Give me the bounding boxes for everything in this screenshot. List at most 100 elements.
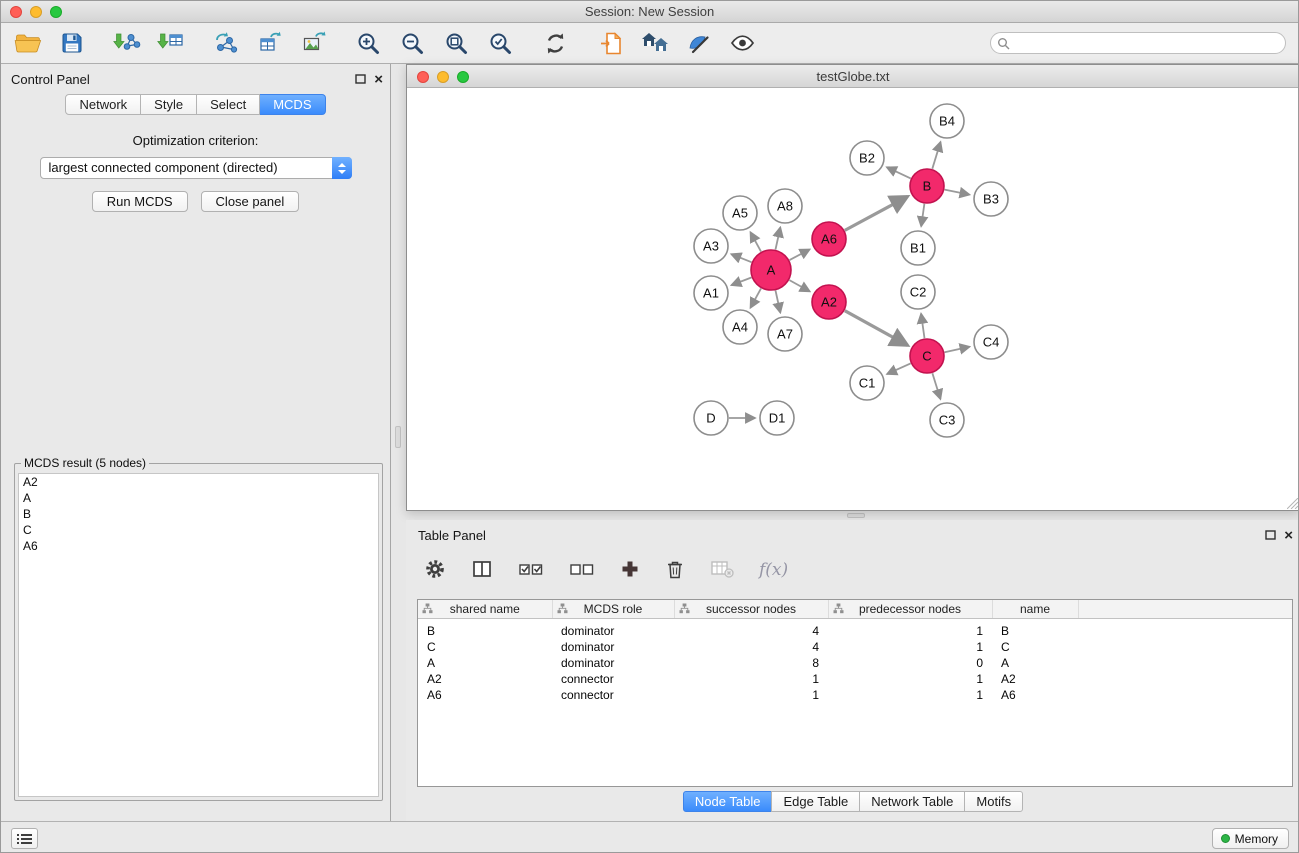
column-header[interactable]: name: [992, 600, 1078, 618]
close-panel-icon[interactable]: ×: [374, 74, 383, 85]
network-canvas-area[interactable]: B4B2BB3A5A8A6B1A3AC2A1A2A4A7C4CC1C3DD1: [407, 88, 1299, 510]
float-panel-icon[interactable]: [1265, 528, 1276, 543]
table-cell[interactable]: B: [418, 618, 552, 639]
graph-node-B3[interactable]: B3: [974, 182, 1008, 216]
open-session-button[interactable]: [11, 27, 44, 60]
graph-edge-A6-B[interactable]: [845, 197, 908, 231]
open-report-button[interactable]: [594, 27, 627, 60]
graph-edge-A-A8[interactable]: [776, 228, 781, 250]
graph-node-D1[interactable]: D1: [760, 401, 794, 435]
graph-edge-A-A3[interactable]: [731, 254, 751, 262]
graph-node-B2[interactable]: B2: [850, 141, 884, 175]
save-session-button[interactable]: [55, 27, 88, 60]
table-cell[interactable]: 1: [674, 671, 828, 687]
graph-edge-B-B1[interactable]: [921, 204, 924, 226]
tab-select[interactable]: Select: [197, 94, 260, 115]
graph-edge-C-C1[interactable]: [887, 363, 911, 374]
result-item[interactable]: B: [19, 506, 378, 522]
result-item[interactable]: C: [19, 522, 378, 538]
close-network-window-button[interactable]: [417, 71, 429, 83]
table-cell[interactable]: 1: [828, 639, 992, 655]
graph-node-C3[interactable]: C3: [930, 403, 964, 437]
result-item[interactable]: A: [19, 490, 378, 506]
export-image-button[interactable]: [297, 27, 330, 60]
graph-node-A2[interactable]: A2: [812, 285, 846, 319]
table-cell[interactable]: C: [992, 639, 1078, 655]
table-cell[interactable]: 1: [828, 687, 992, 703]
table-cell[interactable]: B: [992, 618, 1078, 639]
task-history-button[interactable]: [11, 828, 38, 849]
splitter-grip[interactable]: [395, 426, 401, 448]
main-titlebar[interactable]: Session: New Session: [1, 1, 1298, 23]
table-cell[interactable]: dominator: [552, 655, 674, 671]
import-network-button[interactable]: [110, 27, 143, 60]
table-row[interactable]: Adominator80A: [418, 655, 1292, 671]
close-panel-button[interactable]: Close panel: [201, 191, 300, 212]
minimize-network-window-button[interactable]: [437, 71, 449, 83]
tab-network-table[interactable]: Network Table: [859, 791, 965, 812]
graph-edge-A-A4[interactable]: [751, 288, 762, 307]
table-row[interactable]: A2connector11A2: [418, 671, 1292, 687]
graph-node-B1[interactable]: B1: [901, 231, 935, 265]
tab-edge-table[interactable]: Edge Table: [771, 791, 860, 812]
tab-network[interactable]: Network: [65, 94, 141, 115]
network-view-window[interactable]: testGlobe.txt B4B2BB3A5A8A6B1A3AC2A1A2A4…: [406, 64, 1299, 511]
minimize-window-button[interactable]: [30, 6, 42, 18]
first-neighbors-button[interactable]: [638, 27, 671, 60]
vertical-splitter[interactable]: [391, 64, 406, 821]
graph-node-A8[interactable]: A8: [768, 189, 802, 223]
table-cell[interactable]: C: [418, 639, 552, 655]
graph-node-A7[interactable]: A7: [768, 317, 802, 351]
graph-edge-C-C4[interactable]: [945, 347, 970, 353]
zoom-in-button[interactable]: [352, 27, 385, 60]
resize-grip-icon[interactable]: [1287, 498, 1298, 509]
table-row[interactable]: A6connector11A6: [418, 687, 1292, 703]
graph-node-C4[interactable]: C4: [974, 325, 1008, 359]
table-cell[interactable]: 4: [674, 618, 828, 639]
table-cell[interactable]: A: [418, 655, 552, 671]
graph-node-C[interactable]: C: [910, 339, 944, 373]
tab-motifs[interactable]: Motifs: [964, 791, 1023, 812]
graph-edge-C-C3[interactable]: [932, 373, 940, 399]
close-window-button[interactable]: [10, 6, 22, 18]
table-cell[interactable]: 1: [674, 687, 828, 703]
table-cell[interactable]: 8: [674, 655, 828, 671]
graph-node-A5[interactable]: A5: [723, 196, 757, 230]
close-panel-icon[interactable]: ×: [1284, 530, 1293, 541]
show-details-button[interactable]: [726, 27, 759, 60]
visual-styles-button[interactable]: [682, 27, 715, 60]
table-cell[interactable]: 1: [828, 671, 992, 687]
zoom-window-button[interactable]: [50, 6, 62, 18]
zoom-selected-button[interactable]: [484, 27, 517, 60]
graph-edge-A-A1[interactable]: [732, 278, 752, 286]
graph-edge-B-B4[interactable]: [932, 142, 940, 169]
graph-node-B[interactable]: B: [910, 169, 944, 203]
table-row[interactable]: Cdominator41C: [418, 639, 1292, 655]
network-window-titlebar[interactable]: testGlobe.txt: [407, 65, 1299, 88]
column-visibility-button[interactable]: [471, 558, 493, 583]
table-cell[interactable]: A2: [418, 671, 552, 687]
table-cell[interactable]: connector: [552, 687, 674, 703]
table-cell[interactable]: 4: [674, 639, 828, 655]
mcds-result-list[interactable]: A2 A B C A6: [18, 473, 379, 797]
node-table[interactable]: shared name MCDS role successor nodes pr…: [417, 599, 1293, 787]
graph-node-A[interactable]: A: [751, 250, 791, 290]
tab-style[interactable]: Style: [141, 94, 197, 115]
table-cell[interactable]: connector: [552, 671, 674, 687]
graph-edge-A-A7[interactable]: [776, 291, 781, 313]
table-cell[interactable]: dominator: [552, 618, 674, 639]
table-cell[interactable]: A6: [418, 687, 552, 703]
delete-column-button[interactable]: [665, 558, 685, 583]
graph-node-D[interactable]: D: [694, 401, 728, 435]
horizontal-splitter[interactable]: [406, 511, 1299, 520]
export-table-button[interactable]: [253, 27, 286, 60]
graph-edge-A-A6[interactable]: [790, 249, 810, 260]
add-column-button[interactable]: [620, 559, 640, 582]
graph-edge-B-B2[interactable]: [887, 167, 911, 178]
graph-edge-A-A5[interactable]: [751, 232, 762, 251]
table-settings-button[interactable]: [424, 558, 446, 583]
graph-node-A1[interactable]: A1: [694, 276, 728, 310]
function-builder-button[interactable]: f(x): [759, 560, 788, 580]
table-cell[interactable]: 1: [828, 618, 992, 639]
zoom-out-button[interactable]: [396, 27, 429, 60]
